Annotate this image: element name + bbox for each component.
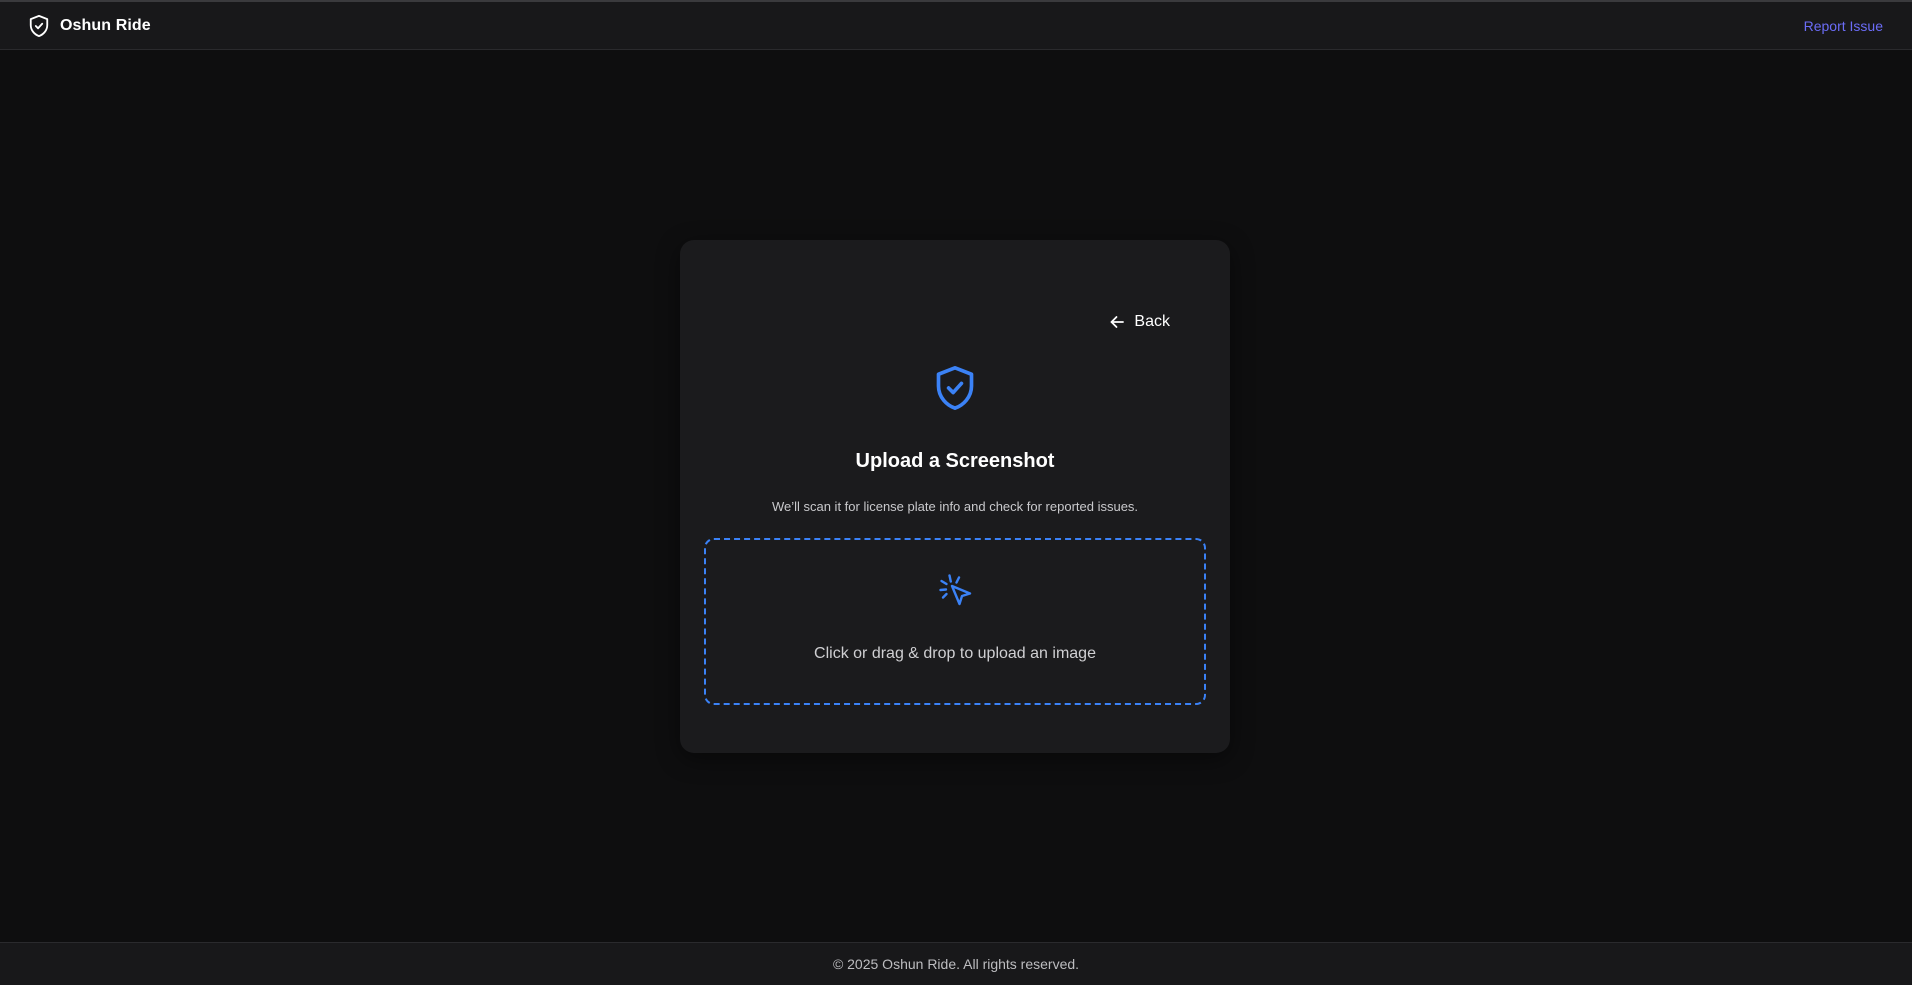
upload-dropzone[interactable]: Click or drag & drop to upload an image [704,538,1206,705]
upload-card: Back Upload a Screenshot We’ll scan it f… [680,240,1230,753]
page-footer: © 2025 Oshun Ride. All rights reserved. [0,942,1912,985]
card-title: Upload a Screenshot [855,450,1055,472]
back-label: Back [1134,313,1170,330]
report-issue-link[interactable]: Report Issue [1804,18,1883,34]
brand-name: Oshun Ride [60,16,151,34]
shield-check-icon [933,364,977,412]
pointer-click-icon [935,573,975,611]
back-button[interactable]: Back [1109,310,1170,334]
dropzone-text: Click or drag & drop to upload an image [814,645,1096,662]
brand-logo-link[interactable]: Oshun Ride [28,14,151,38]
card-subtitle: We’ll scan it for license plate info and… [771,499,1139,514]
page: Oshun Ride Report Issue Back Upload a Sc… [0,0,1912,985]
footer-copyright: © 2025 Oshun Ride. All rights reserved. [832,956,1080,972]
top-navbar: Oshun Ride Report Issue [0,0,1912,50]
arrow-left-icon [1109,314,1125,330]
shield-check-icon [28,14,50,38]
